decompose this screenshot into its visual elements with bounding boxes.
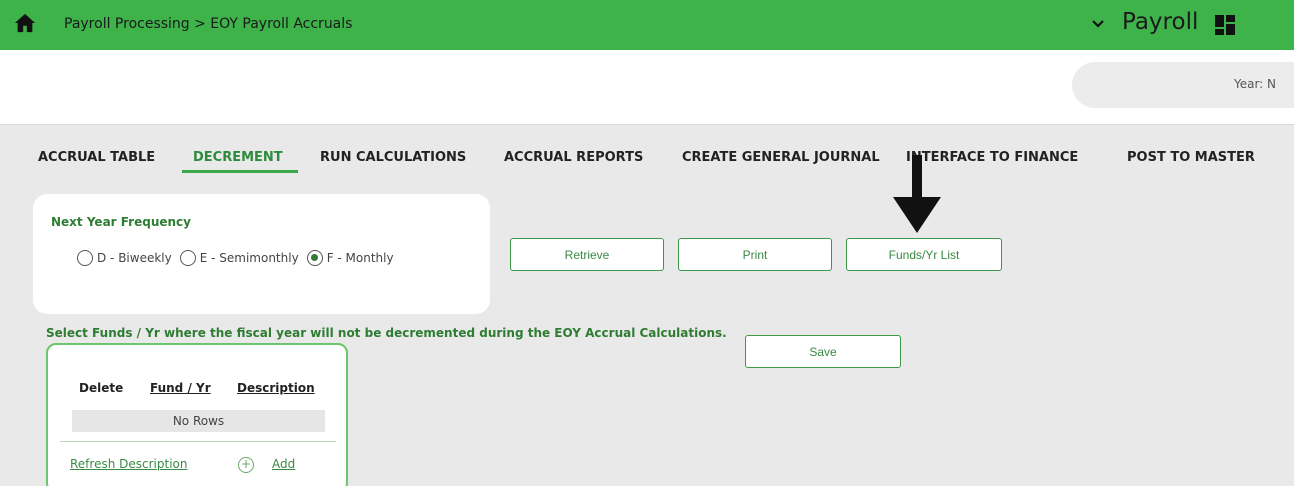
add-plus-icon[interactable]: + (238, 457, 254, 473)
instruction-text: Select Funds / Yr where the fiscal year … (46, 326, 727, 340)
funds-table-panel: Delete Fund / Yr Description No Rows Ref… (46, 343, 348, 486)
funds-list-button[interactable]: Funds/Yr List (846, 238, 1002, 271)
active-tab-indicator (182, 170, 298, 173)
year-selector[interactable]: Year: N (1072, 62, 1294, 108)
column-header-delete: Delete (79, 381, 124, 395)
column-header-fund-yr[interactable]: Fund / Yr (150, 381, 211, 395)
breadcrumb[interactable]: Payroll Processing > EOY Payroll Accrual… (64, 16, 352, 32)
radio-biweekly[interactable] (77, 250, 93, 266)
radio-monthly[interactable] (306, 250, 323, 266)
chevron-down-icon[interactable] (1090, 16, 1106, 32)
add-link[interactable]: Add (272, 457, 295, 471)
divider (60, 441, 336, 442)
tab-create-general-journal[interactable]: CREATE GENERAL JOURNAL (682, 150, 880, 165)
radio-label-monthly: F - Monthly (326, 251, 394, 265)
grid-icon[interactable] (1214, 14, 1236, 36)
radio-label-biweekly: D - Biweekly (97, 251, 172, 265)
tab-accrual-table[interactable]: ACCRUAL TABLE (38, 150, 155, 165)
tab-accrual-reports[interactable]: ACCRUAL REPORTS (504, 150, 643, 165)
sub-header-bar: Year: N (0, 50, 1294, 125)
empty-table-message: No Rows (72, 410, 325, 432)
module-title[interactable]: Payroll (1122, 9, 1198, 35)
radio-label-semimonthly: E - Semimonthly (199, 251, 299, 265)
frequency-title: Next Year Frequency (51, 215, 191, 229)
retrieve-button[interactable]: Retrieve (510, 238, 664, 271)
radio-semimonthly[interactable] (179, 250, 196, 266)
frequency-panel: Next Year Frequency D - Biweekly E - Sem… (33, 194, 490, 314)
tab-decrement[interactable]: DECREMENT (193, 150, 283, 165)
tab-run-calculations[interactable]: RUN CALCULATIONS (320, 150, 466, 165)
arrow-down-icon (893, 155, 941, 233)
home-icon[interactable] (14, 12, 36, 34)
year-label: Year: N (1233, 77, 1276, 91)
refresh-description-link[interactable]: Refresh Description (70, 457, 187, 471)
save-button[interactable]: Save (745, 335, 901, 368)
frequency-options: D - Biweekly E - Semimonthly F - Monthly (77, 250, 402, 266)
top-header-bar: Payroll Processing > EOY Payroll Accrual… (0, 0, 1294, 50)
column-header-description[interactable]: Description (237, 381, 315, 395)
tab-post-to-master[interactable]: POST TO MASTER (1127, 150, 1255, 165)
print-button[interactable]: Print (678, 238, 832, 271)
